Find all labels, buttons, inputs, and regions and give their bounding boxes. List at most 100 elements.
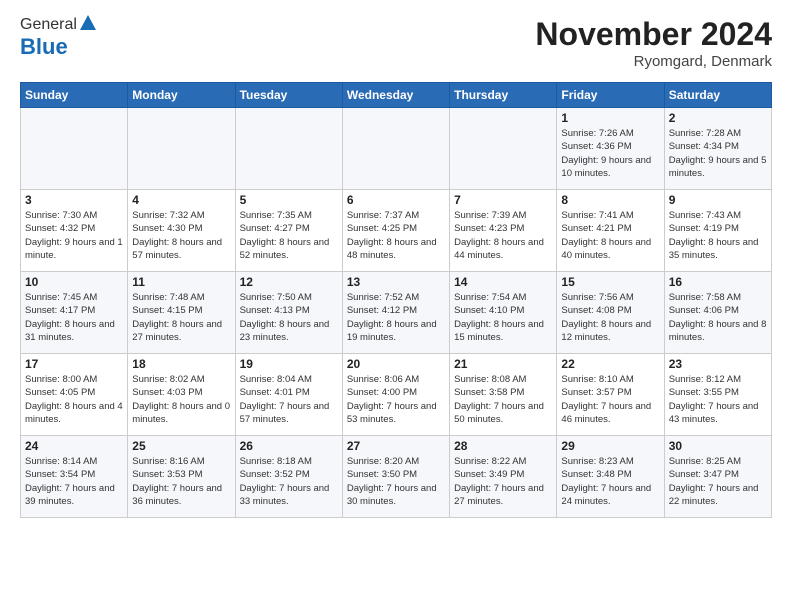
calendar-cell: 14Sunrise: 7:54 AM Sunset: 4:10 PM Dayli… xyxy=(450,272,557,354)
logo-blue-text: Blue xyxy=(20,34,68,59)
calendar-cell: 19 Sunrise: 8:04 AM Sunset: 4:01 PM Dayli… xyxy=(235,354,342,436)
day-info: Sunrise: 8:20 AM Sunset: 3:50 PM Dayligh… xyxy=(347,455,445,508)
day-number: 21 xyxy=(454,357,552,371)
logo: General Blue xyxy=(20,16,97,60)
day-info: Sunrise: 7:50 AM Sunset: 4:13 PM Dayligh… xyxy=(240,291,338,344)
day-number: 22 xyxy=(561,357,659,371)
month-title: November 2024 xyxy=(535,16,772,53)
calendar-cell xyxy=(21,108,128,190)
day-info: Sunrise: 7:30 AM Sunset: 4:32 PM Dayligh… xyxy=(25,209,123,262)
day-number: 1 xyxy=(561,111,659,125)
day-number: 16 xyxy=(669,275,767,289)
day-info: Sunrise: 7:39 AM Sunset: 4:23 PM Dayligh… xyxy=(454,209,552,262)
logo-general-text: General xyxy=(20,16,77,34)
day-number: 25 xyxy=(132,439,230,453)
calendar-week-2: 3 Sunrise: 7:30 AM Sunset: 4:32 PM Daylig… xyxy=(21,190,772,272)
day-info: Sunrise: 7:32 AM Sunset: 4:30 PM Dayligh… xyxy=(132,209,230,262)
day-info: Sunrise: 8:22 AM Sunset: 3:49 PM Dayligh… xyxy=(454,455,552,508)
day-info: Sunrise: 8:12 AM Sunset: 3:55 PM Dayligh… xyxy=(669,373,767,426)
calendar-cell xyxy=(450,108,557,190)
day-info: Sunrise: 7:48 AM Sunset: 4:15 PM Dayligh… xyxy=(132,291,230,344)
calendar-cell: 25 Sunrise: 8:16 AM Sunset: 3:53 PM Dayli… xyxy=(128,436,235,518)
day-info: Sunrise: 7:52 AM Sunset: 4:12 PM Dayligh… xyxy=(347,291,445,344)
calendar-cell: 2Sunrise: 7:28 AM Sunset: 4:34 PM Daylig… xyxy=(664,108,771,190)
day-info: Sunrise: 7:26 AM Sunset: 4:36 PM Dayligh… xyxy=(561,127,659,180)
day-info: Sunrise: 8:04 AM Sunset: 4:01 PM Dayligh… xyxy=(240,373,338,426)
day-info: Sunrise: 8:02 AM Sunset: 4:03 PM Dayligh… xyxy=(132,373,230,426)
calendar-cell: 16 Sunrise: 7:58 AM Sunset: 4:06 PM Dayli… xyxy=(664,272,771,354)
day-number: 9 xyxy=(669,193,767,207)
calendar-cell: 8 Sunrise: 7:41 AM Sunset: 4:21 PM Daylig… xyxy=(557,190,664,272)
day-number: 8 xyxy=(561,193,659,207)
day-info: Sunrise: 8:18 AM Sunset: 3:52 PM Dayligh… xyxy=(240,455,338,508)
location: Ryomgard, Denmark xyxy=(535,53,772,70)
day-number: 17 xyxy=(25,357,123,371)
calendar-week-1: 1 Sunrise: 7:26 AM Sunset: 4:36 PM Daylig… xyxy=(21,108,772,190)
page-header: General Blue November 2024 Ryomgard, Den… xyxy=(20,16,772,70)
calendar-cell: 11 Sunrise: 7:48 AM Sunset: 4:15 PM Dayli… xyxy=(128,272,235,354)
calendar-cell: 28 Sunrise: 8:22 AM Sunset: 3:49 PM Dayli… xyxy=(450,436,557,518)
day-info: Sunrise: 7:28 AM Sunset: 4:34 PM Dayligh… xyxy=(669,127,767,180)
calendar-cell: 21 Sunrise: 8:08 AM Sunset: 3:58 PM Dayli… xyxy=(450,354,557,436)
day-number: 26 xyxy=(240,439,338,453)
day-info: Sunrise: 8:14 AM Sunset: 3:54 PM Dayligh… xyxy=(25,455,123,508)
day-info: Sunrise: 7:58 AM Sunset: 4:06 PM Dayligh… xyxy=(669,291,767,344)
header-thursday: Thursday xyxy=(450,83,557,108)
calendar-cell: 6Sunrise: 7:37 AM Sunset: 4:25 PM Daylig… xyxy=(342,190,449,272)
title-section: November 2024 Ryomgard, Denmark xyxy=(535,16,772,70)
day-number: 23 xyxy=(669,357,767,371)
calendar-cell: 7Sunrise: 7:39 AM Sunset: 4:23 PM Daylig… xyxy=(450,190,557,272)
calendar-cell: 5 Sunrise: 7:35 AM Sunset: 4:27 PM Daylig… xyxy=(235,190,342,272)
day-info: Sunrise: 8:25 AM Sunset: 3:47 PM Dayligh… xyxy=(669,455,767,508)
header-sunday: Sunday xyxy=(21,83,128,108)
day-info: Sunrise: 7:56 AM Sunset: 4:08 PM Dayligh… xyxy=(561,291,659,344)
header-tuesday: Tuesday xyxy=(235,83,342,108)
calendar-week-5: 24Sunrise: 8:14 AM Sunset: 3:54 PM Dayli… xyxy=(21,436,772,518)
calendar-cell: 18 Sunrise: 8:02 AM Sunset: 4:03 PM Dayli… xyxy=(128,354,235,436)
day-info: Sunrise: 7:37 AM Sunset: 4:25 PM Dayligh… xyxy=(347,209,445,262)
calendar-cell: 23 Sunrise: 8:12 AM Sunset: 3:55 PM Dayli… xyxy=(664,354,771,436)
calendar-cell xyxy=(128,108,235,190)
day-number: 30 xyxy=(669,439,767,453)
day-number: 28 xyxy=(454,439,552,453)
day-info: Sunrise: 8:00 AM Sunset: 4:05 PM Dayligh… xyxy=(25,373,123,426)
calendar-cell: 1 Sunrise: 7:26 AM Sunset: 4:36 PM Daylig… xyxy=(557,108,664,190)
calendar-cell: 27Sunrise: 8:20 AM Sunset: 3:50 PM Dayli… xyxy=(342,436,449,518)
day-number: 18 xyxy=(132,357,230,371)
day-number: 10 xyxy=(25,275,123,289)
calendar-cell: 4 Sunrise: 7:32 AM Sunset: 4:30 PM Daylig… xyxy=(128,190,235,272)
calendar-table: Sunday Monday Tuesday Wednesday Thursday… xyxy=(20,82,772,518)
day-number: 3 xyxy=(25,193,123,207)
header-row: Sunday Monday Tuesday Wednesday Thursday… xyxy=(21,83,772,108)
day-info: Sunrise: 7:35 AM Sunset: 4:27 PM Dayligh… xyxy=(240,209,338,262)
calendar-cell: 29 Sunrise: 8:23 AM Sunset: 3:48 PM Dayli… xyxy=(557,436,664,518)
calendar-week-3: 10 Sunrise: 7:45 AM Sunset: 4:17 PM Dayli… xyxy=(21,272,772,354)
calendar-cell: 15Sunrise: 7:56 AM Sunset: 4:08 PM Dayli… xyxy=(557,272,664,354)
day-info: Sunrise: 8:23 AM Sunset: 3:48 PM Dayligh… xyxy=(561,455,659,508)
day-info: Sunrise: 7:43 AM Sunset: 4:19 PM Dayligh… xyxy=(669,209,767,262)
day-number: 11 xyxy=(132,275,230,289)
calendar-header: Sunday Monday Tuesday Wednesday Thursday… xyxy=(21,83,772,108)
day-info: Sunrise: 7:41 AM Sunset: 4:21 PM Dayligh… xyxy=(561,209,659,262)
header-saturday: Saturday xyxy=(664,83,771,108)
calendar-cell: 13Sunrise: 7:52 AM Sunset: 4:12 PM Dayli… xyxy=(342,272,449,354)
calendar-cell xyxy=(235,108,342,190)
calendar-cell xyxy=(342,108,449,190)
calendar-week-4: 17 Sunrise: 8:00 AM Sunset: 4:05 PM Dayli… xyxy=(21,354,772,436)
calendar-cell: 20 Sunrise: 8:06 AM Sunset: 4:00 PM Dayli… xyxy=(342,354,449,436)
header-wednesday: Wednesday xyxy=(342,83,449,108)
day-info: Sunrise: 8:06 AM Sunset: 4:00 PM Dayligh… xyxy=(347,373,445,426)
calendar-cell: 12 Sunrise: 7:50 AM Sunset: 4:13 PM Dayli… xyxy=(235,272,342,354)
header-monday: Monday xyxy=(128,83,235,108)
day-info: Sunrise: 8:16 AM Sunset: 3:53 PM Dayligh… xyxy=(132,455,230,508)
day-info: Sunrise: 8:08 AM Sunset: 3:58 PM Dayligh… xyxy=(454,373,552,426)
day-number: 5 xyxy=(240,193,338,207)
logo-icon xyxy=(79,14,97,32)
day-number: 12 xyxy=(240,275,338,289)
day-number: 19 xyxy=(240,357,338,371)
calendar-body: 1 Sunrise: 7:26 AM Sunset: 4:36 PM Daylig… xyxy=(21,108,772,518)
day-number: 29 xyxy=(561,439,659,453)
day-info: Sunrise: 7:45 AM Sunset: 4:17 PM Dayligh… xyxy=(25,291,123,344)
day-number: 20 xyxy=(347,357,445,371)
day-number: 4 xyxy=(132,193,230,207)
